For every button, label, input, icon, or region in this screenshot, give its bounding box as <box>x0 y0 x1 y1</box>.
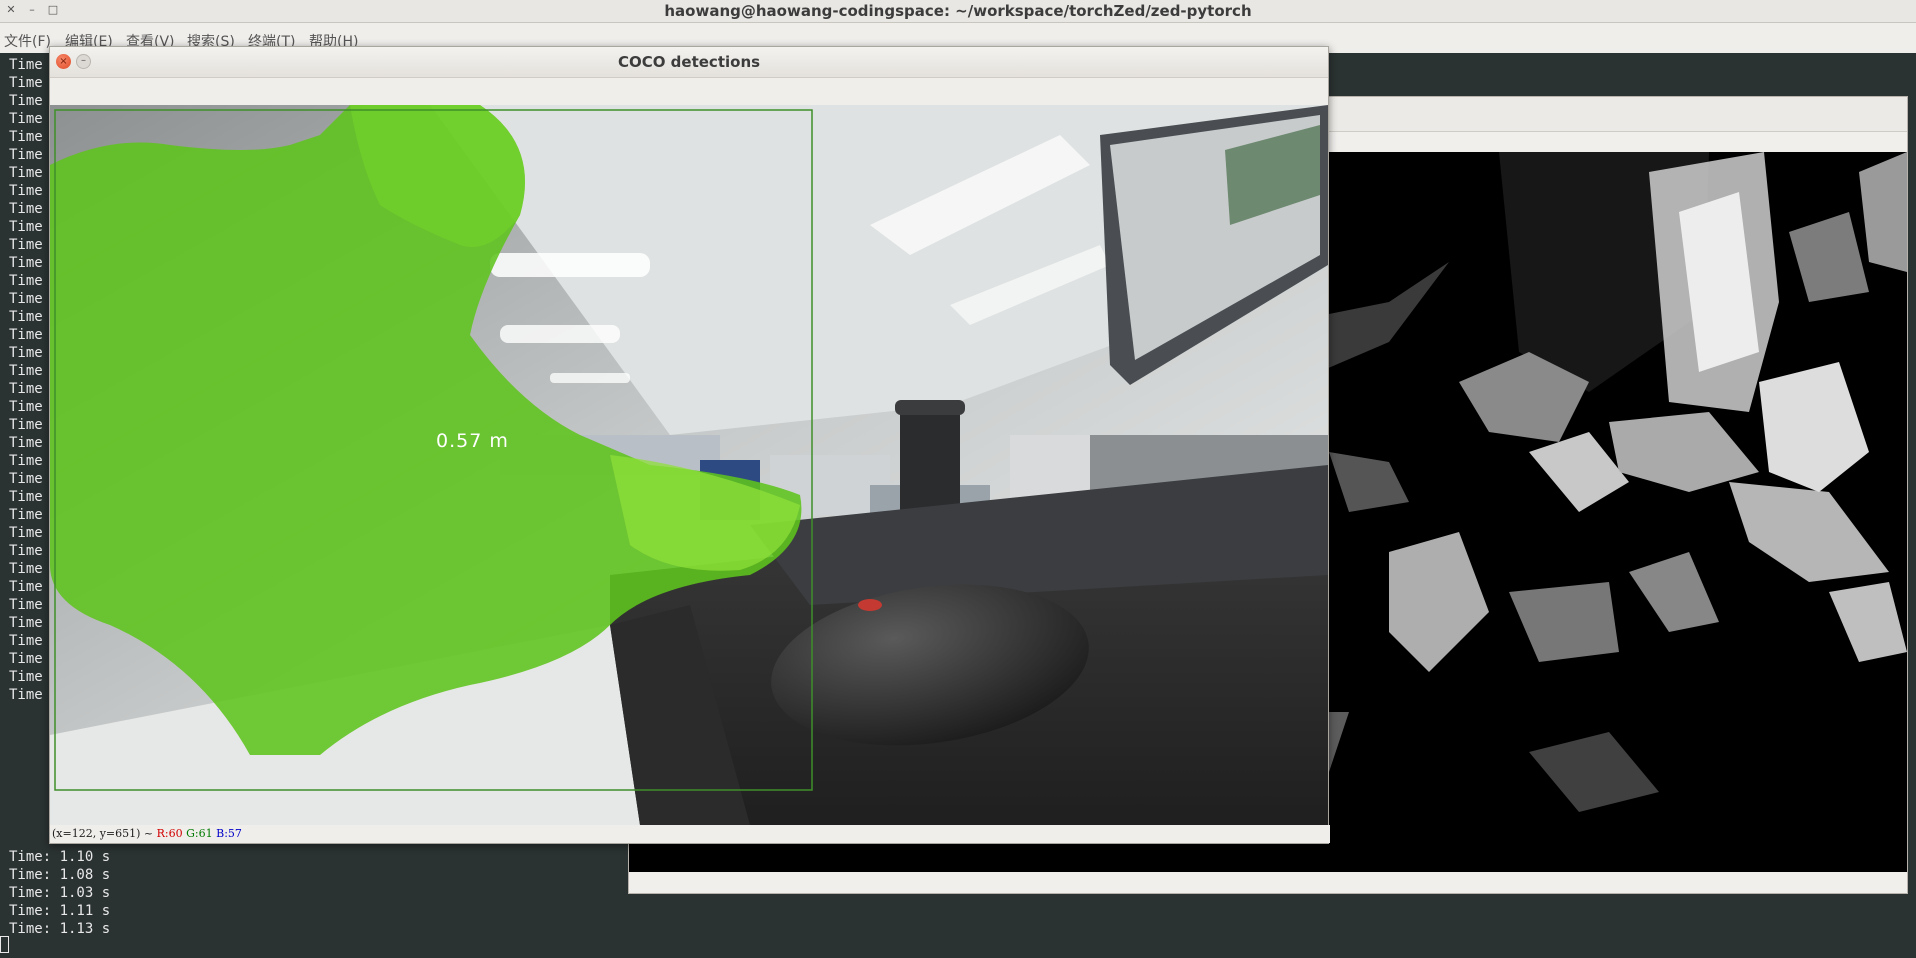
coco-window-titlebar[interactable]: × – COCO detections <box>50 47 1328 78</box>
terminal-line: Time <box>9 471 43 487</box>
terminal-line: Time <box>9 237 43 253</box>
terminal-line: Time <box>9 129 43 145</box>
coco-detections-window[interactable]: × – COCO detections 0.57 m (x=122, y=651… <box>49 46 1330 844</box>
terminal-line: Time <box>9 435 43 451</box>
terminal-line: Time <box>9 399 43 415</box>
terminal-line: Time <box>9 111 43 127</box>
terminal-line: Time: 1.13 s <box>9 921 111 937</box>
terminal-titlebar: ✕ – □ haowang@haowang-codingspace: ~/wor… <box>0 0 1916 23</box>
pixel-red-value: R:60 <box>156 827 183 840</box>
pixel-info-statusbar: (x=122, y=651) ~ R:60 G:61 B:57 <box>50 825 1330 843</box>
terminal-line: Time <box>9 669 43 685</box>
terminal-cursor <box>0 936 9 953</box>
terminal-line: Time <box>9 165 43 181</box>
terminal-line: Time <box>9 75 43 91</box>
terminal-line: Time <box>9 651 43 667</box>
terminal-line: Time <box>9 615 43 631</box>
terminal-line: Time <box>9 597 43 613</box>
terminal-line: Time: 1.03 s <box>9 885 111 901</box>
detection-distance-label: 0.57 m <box>436 430 509 452</box>
terminal-line: Time <box>9 633 43 649</box>
terminal-line: Time <box>9 507 43 523</box>
terminal-line: Time: 1.10 s <box>9 849 111 865</box>
terminal-line: Time <box>9 93 43 109</box>
terminal-line: Time <box>9 219 43 235</box>
terminal-line: Time <box>9 489 43 505</box>
terminal-line: Time <box>9 201 43 217</box>
coco-window-title: COCO detections <box>617 53 761 71</box>
terminal-line: Time <box>9 543 43 559</box>
cursor-coordinates: (x=122, y=651) ~ <box>52 827 154 840</box>
terminal-line: Time <box>9 561 43 577</box>
terminal-line: Time <box>9 183 43 199</box>
terminal-line: Time <box>9 309 43 325</box>
terminal-line: Time <box>9 525 43 541</box>
terminal-line: Time <box>9 417 43 433</box>
terminal-line: Time <box>9 687 43 703</box>
terminal-line: Time <box>9 273 43 289</box>
menu-file[interactable]: 文件(F) <box>4 31 51 51</box>
terminal-line: Time <box>9 147 43 163</box>
terminal-line: Time <box>9 579 43 595</box>
terminal-line: Time <box>9 255 43 271</box>
depth-window-statusbar <box>629 873 1907 893</box>
terminal-line: Time: 1.11 s <box>9 903 111 919</box>
coco-window-toolbar <box>50 78 1328 105</box>
terminal-line: Time <box>9 345 43 361</box>
terminal-line: Time <box>9 453 43 469</box>
camera-frame <box>50 105 1328 825</box>
pixel-green-value: G:61 <box>186 827 213 840</box>
terminal-title: haowang@haowang-codingspace: ~/workspace… <box>664 2 1252 20</box>
pixel-blue-value: B:57 <box>216 827 242 840</box>
terminal-line: Time <box>9 381 43 397</box>
terminal-line: Time <box>9 291 43 307</box>
terminal-line: Time <box>9 57 43 73</box>
detection-image[interactable]: 0.57 m <box>50 105 1328 825</box>
terminal-line: Time: 1.08 s <box>9 867 111 883</box>
terminal-line: Time <box>9 327 43 343</box>
terminal-line: Time <box>9 363 43 379</box>
